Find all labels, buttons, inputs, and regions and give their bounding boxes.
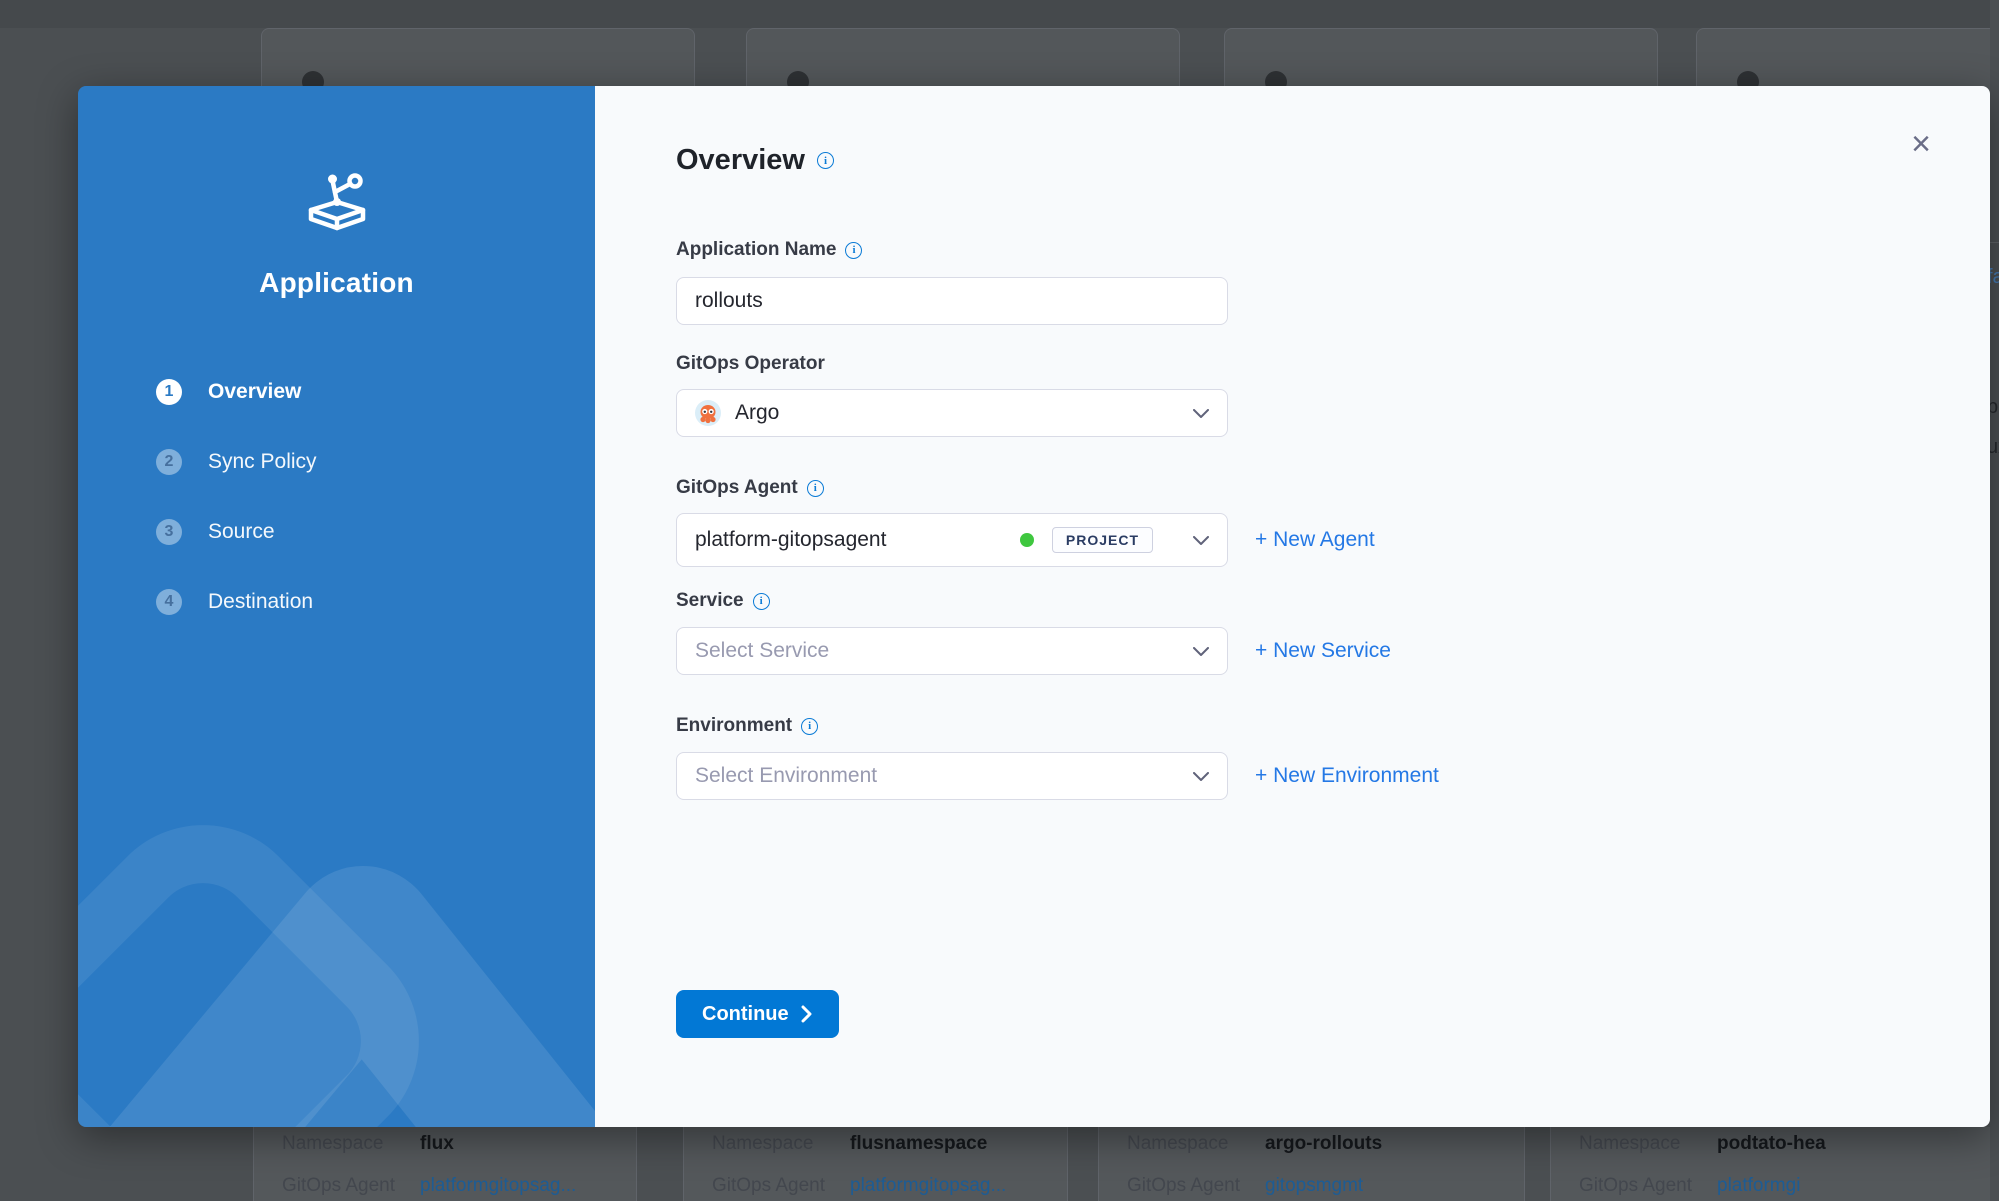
info-icon[interactable]: i — [845, 242, 862, 259]
gitops-operator-value: Argo — [735, 401, 779, 425]
namespace-row: Namespaceargo-rollouts — [1127, 1133, 1382, 1155]
close-icon[interactable]: × — [1903, 126, 1939, 162]
application-name-input[interactable] — [676, 277, 1228, 325]
background-card-border — [1990, 242, 1999, 243]
gitops-agent-label-text: GitOps Agent — [676, 477, 798, 499]
gitops-agent-link: platformgitopsag... — [850, 1175, 1006, 1196]
namespace-row: Namespaceflux — [282, 1133, 454, 1155]
overview-step-panel: Overview i × Application Name i GitOps O… — [595, 86, 1990, 1127]
background-card: Namespaceargo-rollouts GitOps Agentgitop… — [1098, 1127, 1525, 1201]
gitops-agent-link: gitopsmgmt — [1265, 1175, 1363, 1196]
agent-health-dot — [1020, 533, 1034, 547]
background-card: Namespaceflusnamespace GitOps Agentplatf… — [683, 1127, 1068, 1201]
argo-icon — [695, 400, 721, 426]
step-number: 4 — [156, 589, 182, 615]
environment-placeholder: Select Environment — [695, 764, 877, 788]
gitops-agent-link: platformgitopsag... — [420, 1175, 576, 1196]
gitops-agent-row: GitOps Agentgitopsmgmt — [1127, 1175, 1363, 1197]
project-scope-badge: PROJECT — [1052, 527, 1153, 553]
info-icon[interactable]: i — [807, 480, 824, 497]
step-label: Destination — [208, 590, 313, 614]
gitops-agent-label: GitOps Agent — [1579, 1175, 1717, 1197]
service-label: Service i — [676, 590, 770, 612]
step-number: 2 — [156, 449, 182, 475]
background-edge-strip: fa pe ux — [1990, 0, 1999, 1201]
environment-label: Environment i — [676, 715, 818, 737]
new-service-link[interactable]: + New Service — [1255, 636, 1391, 666]
new-agent-link[interactable]: + New Agent — [1255, 525, 1375, 555]
service-label-text: Service — [676, 590, 744, 612]
gitops-operator-select[interactable]: Argo — [676, 389, 1228, 437]
gitops-agent-row: GitOps Agentplatformgitopsag... — [282, 1175, 576, 1197]
namespace-value: argo-rollouts — [1265, 1133, 1382, 1154]
namespace-value: podtato-hea — [1717, 1133, 1826, 1154]
continue-label: Continue — [702, 1003, 789, 1026]
wizard-title: Application — [78, 267, 595, 299]
gitops-agent-label: GitOps Agent — [1127, 1175, 1265, 1197]
step-source[interactable]: 3 Source — [156, 519, 317, 545]
gitops-agent-select[interactable]: platform-gitopsagent PROJECT — [676, 513, 1228, 567]
gitops-operator-label-text: GitOps Operator — [676, 353, 825, 375]
namespace-label: Namespace — [712, 1133, 850, 1155]
gitops-agent-row: GitOps Agentplatformgi — [1579, 1175, 1800, 1197]
chevron-down-icon — [1193, 536, 1209, 545]
background-card-top — [746, 28, 1180, 90]
namespace-label: Namespace — [1127, 1133, 1265, 1155]
info-icon[interactable]: i — [817, 152, 834, 169]
clipped-text-fragment: fa — [1990, 266, 1999, 289]
step-sync-policy[interactable]: 2 Sync Policy — [156, 449, 317, 475]
step-label: Sync Policy — [208, 450, 317, 474]
service-placeholder: Select Service — [695, 639, 829, 663]
page-title-text: Overview — [676, 144, 805, 177]
chevron-down-icon — [1193, 409, 1209, 418]
clipped-text-fragment: pe — [1990, 396, 1999, 419]
gitops-operator-label: GitOps Operator — [676, 353, 825, 375]
environment-label-text: Environment — [676, 715, 792, 737]
step-label: Source — [208, 520, 275, 544]
gitops-agent-label: GitOps Agent — [282, 1175, 420, 1197]
wizard-sidebar: Application 1 Overview 2 Sync Policy 3 S… — [78, 86, 595, 1127]
new-environment-link[interactable]: + New Environment — [1255, 761, 1439, 791]
chevron-down-icon — [1193, 647, 1209, 656]
application-name-label-text: Application Name — [676, 239, 836, 261]
namespace-row: Namespacepodtato-hea — [1579, 1133, 1826, 1155]
background-card: Namespaceflux GitOps Agentplatformgitops… — [253, 1127, 637, 1201]
background-card: Namespacepodtato-hea GitOps Agentplatfor… — [1550, 1127, 1999, 1201]
gitops-agent-link: platformgi — [1717, 1175, 1800, 1196]
namespace-label: Namespace — [1579, 1133, 1717, 1155]
namespace-row: Namespaceflusnamespace — [712, 1133, 987, 1155]
screen: Namespaceflux GitOps Agentplatformgitops… — [0, 0, 1999, 1201]
application-wizard-modal: Application 1 Overview 2 Sync Policy 3 S… — [78, 86, 1990, 1127]
continue-button[interactable]: Continue — [676, 990, 839, 1038]
background-card-top — [1224, 28, 1658, 90]
step-destination[interactable]: 4 Destination — [156, 589, 317, 615]
gitops-agent-row: GitOps Agentplatformgitopsag... — [712, 1175, 1006, 1197]
background-card-top — [1696, 28, 1999, 90]
application-icon — [298, 162, 376, 238]
step-label: Overview — [208, 380, 301, 404]
namespace-value: flusnamespace — [850, 1133, 987, 1154]
background-card-top — [261, 28, 695, 90]
info-icon[interactable]: i — [801, 718, 818, 735]
step-number: 3 — [156, 519, 182, 545]
wizard-steps: 1 Overview 2 Sync Policy 3 Source 4 Dest… — [156, 379, 317, 659]
background-topbar — [0, 0, 1999, 28]
chevron-right-icon — [801, 1005, 813, 1023]
info-icon[interactable]: i — [753, 593, 770, 610]
environment-select[interactable]: Select Environment — [676, 752, 1228, 800]
step-number: 1 — [156, 379, 182, 405]
page-title: Overview i — [676, 144, 834, 177]
namespace-label: Namespace — [282, 1133, 420, 1155]
application-name-label: Application Name i — [676, 239, 862, 261]
chevron-down-icon — [1193, 772, 1209, 781]
gitops-agent-label: GitOps Agent i — [676, 477, 824, 499]
wizard-sidebar-header: Application — [78, 162, 595, 299]
gitops-agent-label: GitOps Agent — [712, 1175, 850, 1197]
step-overview[interactable]: 1 Overview — [156, 379, 317, 405]
namespace-value: flux — [420, 1133, 454, 1154]
service-select[interactable]: Select Service — [676, 627, 1228, 675]
gitops-agent-value: platform-gitopsagent — [695, 528, 886, 552]
clipped-text-fragment: ux — [1990, 436, 1999, 459]
